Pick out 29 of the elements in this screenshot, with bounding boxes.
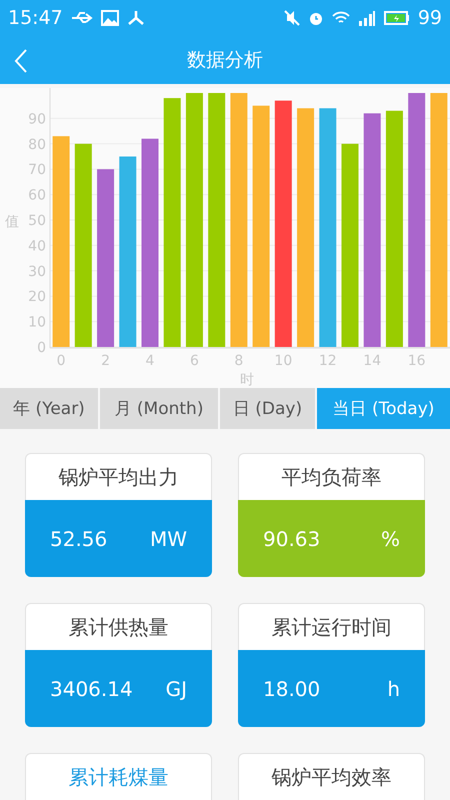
card-unit: MW: [150, 526, 187, 550]
card-title: 锅炉平均效率: [238, 753, 425, 800]
card-unit: %: [380, 526, 400, 550]
wifi-icon: [332, 11, 350, 25]
alarm-icon: [308, 10, 324, 26]
battery-level: 99: [418, 7, 442, 29]
card-title: 锅炉平均出力: [25, 453, 212, 500]
card-title: 累计耗煤量: [25, 753, 212, 800]
status-time: 15:47: [8, 7, 63, 29]
page-title: 数据分析: [187, 48, 263, 73]
card-unit: GJ: [166, 676, 187, 700]
card-value: 3406.14: [50, 676, 133, 700]
signal-icon: [358, 10, 376, 26]
battery-icon: [384, 10, 410, 26]
period-tab[interactable]: 月 (Month): [100, 388, 218, 429]
card-title: 累计供热量: [25, 603, 212, 650]
share-icon: [126, 10, 145, 26]
image-icon: [100, 10, 119, 26]
card-title: 平均负荷率: [238, 453, 425, 500]
card-unit: h: [387, 676, 400, 700]
card-title: 累计运行时间: [238, 603, 425, 650]
mute-icon: [284, 10, 300, 26]
back-icon[interactable]: [14, 49, 28, 73]
card-value: 52.56: [50, 526, 108, 550]
usb-icon: [70, 11, 93, 25]
card-value: 90.63: [263, 526, 320, 550]
period-tab[interactable]: 日 (Day): [220, 388, 315, 429]
card-value: 18.00: [263, 676, 320, 700]
period-tab[interactable]: 年 (Year): [0, 388, 98, 429]
